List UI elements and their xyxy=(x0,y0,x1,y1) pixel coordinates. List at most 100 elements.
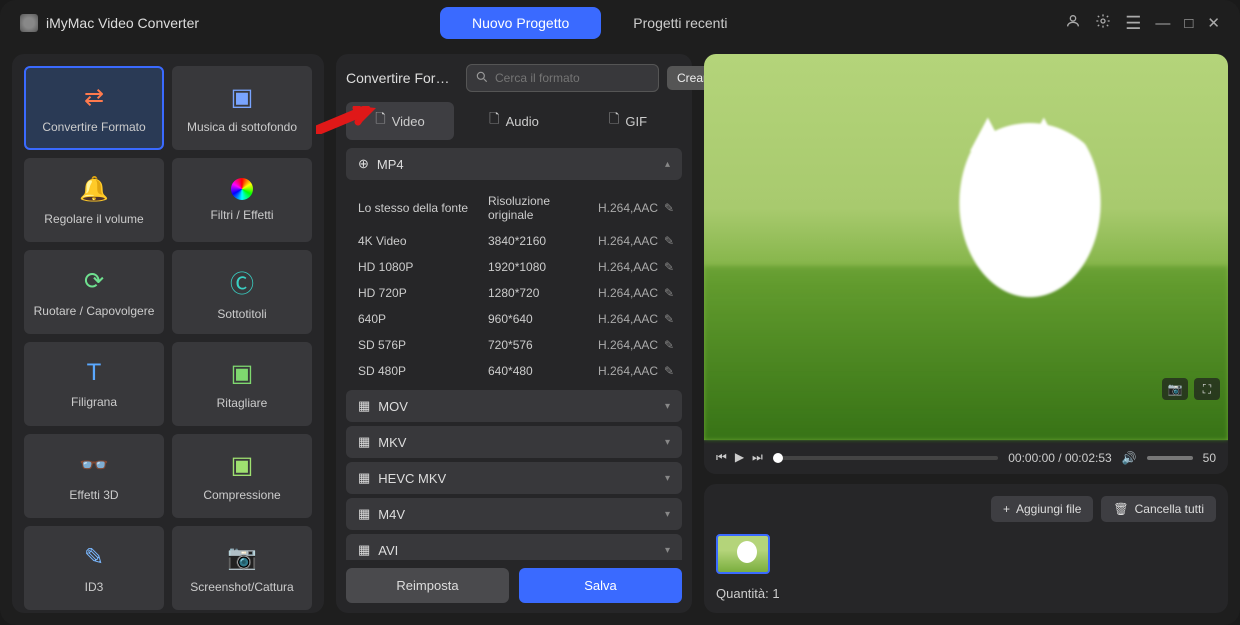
format-section-label: HEVC MKV xyxy=(378,471,446,486)
tab-gif-label: GIF xyxy=(625,114,647,129)
maximize-icon[interactable]: □ xyxy=(1184,15,1193,32)
reset-button[interactable]: Reimposta xyxy=(346,568,509,603)
file-thumbnail[interactable] xyxy=(716,534,770,574)
next-frame-icon[interactable]: ⏭ xyxy=(752,450,763,465)
tool-compress[interactable]: ▣ Compressione xyxy=(172,434,312,518)
menu-icon[interactable]: ☰ xyxy=(1125,13,1141,34)
chevron-down-icon: ▾ xyxy=(665,437,670,448)
tool-label: ID3 xyxy=(85,580,104,594)
preset-row[interactable]: 640P960*640H.264,AAC✎ xyxy=(346,306,682,332)
tool-watermark[interactable]: TFiligrana xyxy=(24,342,164,426)
tool-filter[interactable]: Filtri / Effetti xyxy=(172,158,312,242)
volume-icon[interactable]: 🔊 xyxy=(1122,451,1137,465)
tool-label: Effetti 3D xyxy=(69,488,118,502)
tab-audio[interactable]: 🗋 Audio xyxy=(460,102,568,140)
watermark-icon: T xyxy=(87,359,102,387)
tool-bgmusic[interactable]: ▣Musica di sottofondo xyxy=(172,66,312,150)
tab-video[interactable]: 🗋 Video xyxy=(346,102,454,140)
playback-buttons: ⏮ ▶ ⏭ xyxy=(716,450,763,465)
seek-handle[interactable] xyxy=(773,453,783,463)
format-search-input[interactable] xyxy=(495,71,650,85)
format-icon: ▦ xyxy=(358,506,370,522)
file-quantity: Quantità: 1 xyxy=(716,586,1216,601)
preset-codec: H.264,AAC xyxy=(598,312,658,326)
preview-image[interactable]: 📷 ⛶ xyxy=(704,54,1228,440)
clear-all-button[interactable]: 🗑 Cancella tutti xyxy=(1101,496,1216,522)
format-section-label: AVI xyxy=(378,543,398,558)
format-icon: ▦ xyxy=(358,542,370,558)
preset-codec: H.264,AAC xyxy=(598,286,658,300)
minimize-icon[interactable]: — xyxy=(1155,15,1170,32)
convert-icon: ⇄ xyxy=(84,83,104,112)
volume-track[interactable] xyxy=(1147,456,1193,460)
tool-screenshot[interactable]: 📷Screenshot/Cattura xyxy=(172,526,312,610)
play-icon[interactable]: ▶ xyxy=(735,450,744,465)
seek-track[interactable] xyxy=(773,456,998,460)
format-panel-footer: Reimposta Salva xyxy=(346,560,682,603)
tool-subtitle[interactable]: ⒸSottotitoli xyxy=(172,250,312,334)
tool-volume[interactable]: 🔔Regolare il volume xyxy=(24,158,164,242)
app-logo-icon xyxy=(20,14,38,32)
tab-recent-projects[interactable]: Progetti recenti xyxy=(601,7,759,39)
preset-resolution: 720*576 xyxy=(488,338,598,352)
save-button[interactable]: Salva xyxy=(519,568,682,603)
tool-crop[interactable]: ▣Ritagliare xyxy=(172,342,312,426)
chevron-down-icon: ▾ xyxy=(665,473,670,484)
collapsed-format-list: ▦MOV▾▦MKV▾▦HEVC MKV▾▦M4V▾▦AVI▾ xyxy=(346,390,682,560)
files-actions: + Aggiungi file 🗑 Cancella tutti xyxy=(716,496,1216,522)
fullscreen-icon[interactable]: ⛶ xyxy=(1194,378,1220,400)
format-section[interactable]: ▦AVI▾ xyxy=(346,534,682,560)
format-section-label: M4V xyxy=(378,507,405,522)
user-icon[interactable] xyxy=(1065,13,1081,33)
preset-resolution: 1280*720 xyxy=(488,286,598,300)
format-tabs: 🗋 Video 🗋 Audio 🗋 GIF xyxy=(346,102,682,140)
edit-preset-icon[interactable]: ✎ xyxy=(664,286,674,300)
format-section[interactable]: ▦ HEVC MKV ▾ xyxy=(346,462,682,494)
edit-preset-icon[interactable]: ✎ xyxy=(664,234,674,248)
chevron-up-icon: ▴ xyxy=(665,159,670,170)
app-title-text: iMyMac Video Converter xyxy=(46,15,199,31)
tool-3d[interactable]: 👓Effetti 3D xyxy=(24,434,164,518)
close-window-icon[interactable]: ✕ xyxy=(1207,14,1220,32)
tool-rotate[interactable]: ⟳Ruotare / Capovolgere xyxy=(24,250,164,334)
preset-row[interactable]: HD 720P1280*720H.264,AAC✎ xyxy=(346,280,682,306)
format-list[interactable]: ⊕MP4 ▴ Lo stesso della fonteRisoluzione … xyxy=(346,148,682,560)
format-section[interactable]: ▦MOV▾ xyxy=(346,390,682,422)
format-panel: Convertire Forma... Creare ✕ 🗋 xyxy=(336,54,692,613)
audio-file-icon: 🗋 xyxy=(489,110,499,132)
format-search[interactable] xyxy=(466,64,659,92)
preset-row[interactable]: HD 1080P1920*1080H.264,AAC✎ xyxy=(346,254,682,280)
edit-preset-icon[interactable]: ✎ xyxy=(664,312,674,326)
format-section-mp4[interactable]: ⊕MP4 ▴ xyxy=(346,148,682,180)
quantity-value: 1 xyxy=(772,586,779,601)
snapshot-icon[interactable]: 📷 xyxy=(1162,378,1188,400)
edit-preset-icon[interactable]: ✎ xyxy=(664,260,674,274)
preset-row[interactable]: SD 576P720*576H.264,AAC✎ xyxy=(346,332,682,358)
tool-id3[interactable]: ✎ID3 xyxy=(24,526,164,610)
preset-row[interactable]: 4K Video3840*2160H.264,AAC✎ xyxy=(346,228,682,254)
prev-frame-icon[interactable]: ⏮ xyxy=(716,450,727,465)
preset-row[interactable]: Lo stesso della fonteRisoluzione origina… xyxy=(346,188,682,228)
compress-icon: ▣ xyxy=(231,451,254,480)
screenshot-icon: 📷 xyxy=(227,543,257,572)
add-file-button[interactable]: + Aggiungi file xyxy=(991,496,1093,522)
tool-convert[interactable]: ⇄ Convertire Formato xyxy=(24,66,164,150)
edit-preset-icon[interactable]: ✎ xyxy=(664,201,674,215)
gear-icon[interactable] xyxy=(1095,13,1111,33)
format-section[interactable]: ▦M4V▾ xyxy=(346,498,682,530)
preset-row[interactable]: SD 480P640*480H.264,AAC✎ xyxy=(346,358,682,384)
crop-icon: ▣ xyxy=(231,359,254,388)
format-section-label: MOV xyxy=(378,399,408,414)
tab-gif[interactable]: 🗋 GIF xyxy=(574,102,682,140)
chevron-down-icon: ▾ xyxy=(665,401,670,412)
tool-label: Compressione xyxy=(203,488,280,502)
edit-preset-icon[interactable]: ✎ xyxy=(664,338,674,352)
edit-preset-icon[interactable]: ✎ xyxy=(664,364,674,378)
format-icon: ▦ xyxy=(358,470,370,486)
tool-label: Convertire Formato xyxy=(42,120,145,134)
bgmusic-icon: ▣ xyxy=(231,83,254,112)
tab-new-project[interactable]: Nuovo Progetto xyxy=(440,7,601,39)
preset-resolution: 640*480 xyxy=(488,364,598,378)
video-preview: 📷 ⛶ ⏮ ▶ ⏭ 00:00:00 / 00:02:53 🔊 50 xyxy=(704,54,1228,474)
format-section[interactable]: ▦MKV▾ xyxy=(346,426,682,458)
